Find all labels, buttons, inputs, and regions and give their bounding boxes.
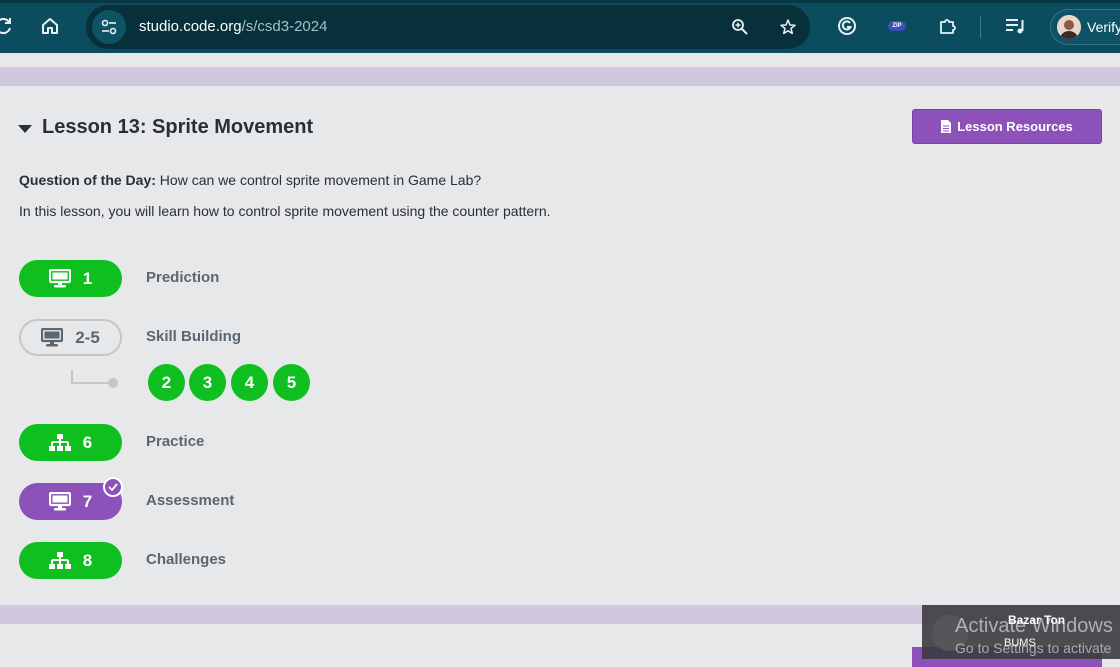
toolbar-separator [980,16,981,38]
desktop-icon [41,328,64,347]
sublevel-bubble-3[interactable]: 3 [189,364,226,401]
step-label-assessment[interactable]: Assessment [146,492,234,509]
qod-text: How can we control sprite movement in Ga… [155,172,482,188]
desktop-icon [48,492,71,511]
address-bar[interactable]: studio.code.org/s/csd3-2024 [86,5,810,49]
lesson-card [0,86,1120,605]
question-of-the-day: Question of the Day: How can we control … [19,172,481,188]
step-2-5-bubble[interactable]: 2-5 [19,319,122,356]
desktop-icon [48,269,71,288]
step-number: 2-5 [75,327,100,347]
lesson-title[interactable]: Lesson 13: Sprite Movement [42,116,313,139]
step-label-skill-building[interactable]: Skill Building [146,328,241,345]
grammarly-icon[interactable] [835,14,859,38]
sublevel-bubble-2[interactable]: 2 [148,364,185,401]
windows-activation-hint: Go to Settings to activate [955,640,1112,656]
reload-icon[interactable] [0,14,16,38]
step-number: 8 [82,550,93,570]
star-icon[interactable] [776,15,800,39]
windows-activation-watermark: Activate Windows [955,615,1113,637]
step-label-challenges[interactable]: Challenges [146,551,226,568]
step-number: 7 [82,491,93,511]
zip-extension-icon[interactable]: ZIP [885,14,909,38]
puzzle-icon[interactable] [935,14,959,38]
collapse-caret-icon[interactable] [18,125,32,133]
section-divider-top [0,67,1120,86]
sitemap-icon [48,433,71,451]
step-1-bubble[interactable]: 1 [19,260,122,297]
url-text[interactable]: studio.code.org/s/csd3-2024 [139,18,327,35]
step-number: 1 [82,268,93,288]
lesson-resources-button[interactable]: Lesson Resources [912,109,1102,144]
sublevel-connector [71,370,113,384]
home-icon[interactable] [38,14,62,38]
lesson-description: In this lesson, you will learn how to co… [19,203,551,219]
media-queue-icon[interactable] [1003,14,1027,38]
avatar [1057,15,1081,39]
lesson-resources-label: Lesson Resources [957,119,1073,134]
submitted-check-icon [103,477,123,497]
sitemap-icon [48,551,71,569]
browser-toolbar: studio.code.org/s/csd3-2024 ZIP Verify [0,0,1120,53]
qod-label: Question of the Day: [19,172,156,188]
step-8-bubble[interactable]: 8 [19,542,122,579]
profile-label: Verify [1087,19,1120,35]
step-label-practice[interactable]: Practice [146,433,204,450]
url-host: studio.code.org [139,18,242,35]
step-label-prediction[interactable]: Prediction [146,269,219,286]
tab-strip [0,0,1120,3]
url-path: /s/csd3-2024 [241,18,328,35]
document-icon [941,120,952,133]
connector-dot [108,378,118,388]
zoom-icon[interactable] [728,15,752,39]
step-number: 6 [82,432,93,452]
profile-button[interactable]: Verify [1050,9,1120,45]
sublevel-bubble-4[interactable]: 4 [231,364,268,401]
tune-icon[interactable] [92,10,126,44]
zip-badge: ZIP [888,21,906,31]
sublevel-bubble-5[interactable]: 5 [273,364,310,401]
step-6-bubble[interactable]: 6 [19,424,122,461]
